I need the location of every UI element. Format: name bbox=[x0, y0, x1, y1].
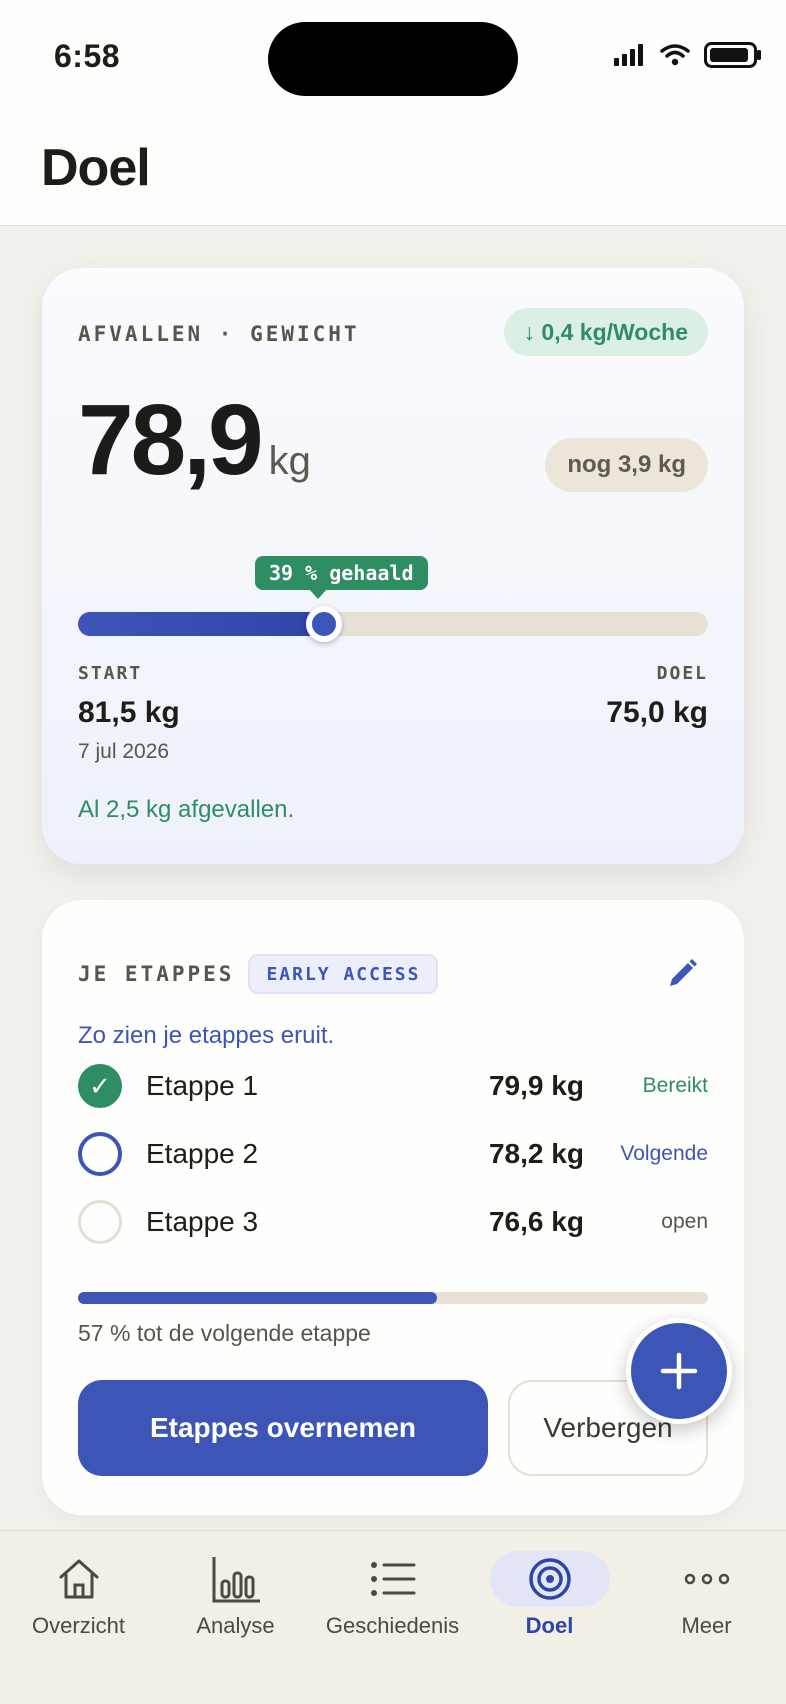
early-access-badge: EARLY ACCESS bbox=[248, 954, 439, 994]
stage-progress-bar bbox=[78, 1292, 708, 1304]
stages-subtitle: Zo zien je etappes eruit. bbox=[78, 1022, 335, 1049]
progress-tooltip: 39 % gehaald bbox=[255, 556, 428, 599]
tab-overzicht[interactable]: Overzicht bbox=[0, 1531, 157, 1651]
tab-icon-wrap bbox=[19, 1551, 139, 1607]
adopt-stages-button[interactable]: Etappes overnemen bbox=[78, 1380, 488, 1476]
edit-stages-button[interactable] bbox=[662, 954, 702, 994]
status-time: 6:58 bbox=[54, 38, 121, 74]
current-weight-value: 78,9 bbox=[78, 384, 264, 496]
stage-status: Bereikt bbox=[642, 1074, 708, 1097]
tab-label: Meer bbox=[681, 1613, 732, 1638]
target-icon bbox=[528, 1558, 571, 1600]
bar-chart-icon bbox=[212, 1557, 260, 1603]
add-entry-button[interactable] bbox=[626, 1318, 732, 1424]
home-icon bbox=[59, 1559, 98, 1599]
system-icons bbox=[614, 42, 762, 68]
tab-icon-wrap bbox=[176, 1551, 296, 1607]
stage-weight: 79,9 kg bbox=[488, 1070, 584, 1101]
current-weight: 78,9 kg bbox=[78, 383, 311, 498]
start-label: START bbox=[78, 663, 143, 684]
tab-meer[interactable]: Meer bbox=[628, 1531, 785, 1651]
stage-done-check-icon: ✓ bbox=[78, 1064, 122, 1108]
page-title: Doel bbox=[41, 139, 151, 197]
goal-progress-thumb bbox=[305, 606, 342, 642]
tab-label: Overzicht bbox=[32, 1613, 125, 1638]
bottom-tab-bar: Overzicht Analyse Geschiedenis Doel Meer bbox=[0, 1530, 786, 1704]
start-date: 7 jul 2026 bbox=[78, 740, 170, 763]
stage-row: Etappe 3 76,6 kg open bbox=[78, 1198, 708, 1246]
stage-open-circle-icon bbox=[78, 1200, 122, 1244]
stages-header: JE ETAPPES EARLY ACCESS bbox=[78, 954, 439, 994]
stage-progress-fill bbox=[78, 1292, 438, 1304]
goal-progress-bar bbox=[78, 606, 708, 642]
tab-label: Analyse bbox=[196, 1613, 275, 1638]
tab-label: Doel bbox=[525, 1613, 574, 1638]
tab-label: Geschiedenis bbox=[325, 1613, 460, 1638]
dynamic-island bbox=[268, 22, 518, 96]
stages-card: JE ETAPPES EARLY ACCESS Zo zien je etapp… bbox=[42, 900, 744, 1515]
goal-progress-fill bbox=[78, 612, 324, 636]
tab-icon-wrap bbox=[489, 1551, 610, 1607]
start-weight: 81,5 kg bbox=[78, 696, 180, 729]
battery-icon bbox=[704, 42, 761, 68]
page-header: Doel bbox=[0, 110, 786, 226]
more-icon bbox=[684, 1573, 729, 1585]
stage-weight: 78,2 kg bbox=[488, 1138, 584, 1169]
tab-geschiedenis[interactable]: Geschiedenis bbox=[314, 1531, 471, 1651]
remaining-badge: nog 3,9 kg bbox=[545, 438, 708, 492]
tab-doel[interactable]: Doel bbox=[471, 1531, 628, 1651]
weekly-rate-badge: ↓ 0,4 kg/Woche bbox=[503, 308, 708, 356]
stage-row: Etappe 2 78,2 kg Volgende bbox=[78, 1130, 708, 1178]
plus-icon bbox=[660, 1352, 698, 1390]
weight-lost-note: Al 2,5 kg afgevallen. bbox=[78, 796, 295, 823]
stage-progress-text: 57 % tot de volgende etappe bbox=[78, 1320, 371, 1346]
tab-analyse[interactable]: Analyse bbox=[157, 1531, 314, 1651]
stage-name: Etappe 3 bbox=[146, 1206, 259, 1237]
stage-row: ✓ Etappe 1 79,9 kg Bereikt bbox=[78, 1062, 708, 1110]
wifi-icon bbox=[660, 44, 690, 66]
goal-weight: 75,0 kg bbox=[606, 696, 708, 729]
signal-icon bbox=[614, 44, 643, 66]
tab-icon-wrap bbox=[333, 1551, 453, 1607]
stage-name: Etappe 1 bbox=[146, 1070, 259, 1101]
stage-next-circle-icon bbox=[78, 1132, 122, 1176]
stage-weight: 76,6 kg bbox=[488, 1206, 584, 1237]
goal-card: AFVALLEN · GEWICHT ↓ 0,4 kg/Woche 78,9 k… bbox=[42, 268, 744, 864]
goal-label: DOEL bbox=[656, 663, 708, 684]
status-bar: 6:58 bbox=[0, 0, 786, 110]
pencil-icon bbox=[670, 959, 697, 986]
stage-name: Etappe 2 bbox=[146, 1138, 259, 1169]
stages-title: JE ETAPPES bbox=[78, 962, 235, 986]
tab-icon-wrap bbox=[647, 1551, 767, 1607]
goal-type-label: AFVALLEN · GEWICHT bbox=[78, 322, 360, 346]
list-icon bbox=[370, 1562, 415, 1596]
stage-status: open bbox=[661, 1210, 708, 1233]
current-weight-unit: kg bbox=[268, 439, 311, 483]
stage-status: Volgende bbox=[620, 1142, 708, 1165]
